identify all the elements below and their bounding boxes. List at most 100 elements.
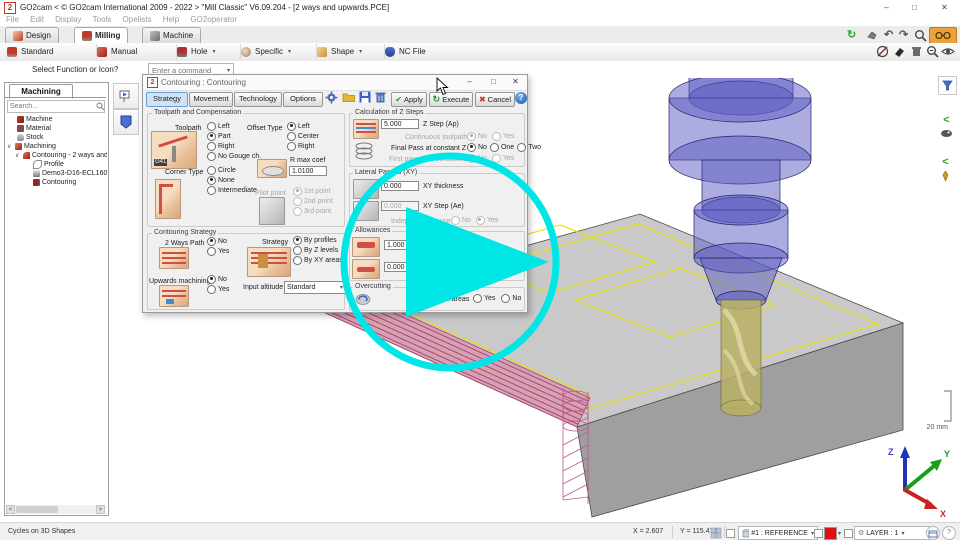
tree-item-machining[interactable]: ∨ Machining bbox=[7, 142, 56, 150]
tool-shape-button[interactable]: Shape▾ bbox=[312, 44, 385, 59]
tree-item-machine[interactable]: Machine bbox=[17, 115, 52, 123]
tree-item-profile[interactable]: Profile bbox=[33, 160, 64, 168]
radio-finalpass-one[interactable]: One bbox=[490, 142, 514, 152]
previous-view-button[interactable]: < bbox=[940, 110, 953, 138]
open-folder-icon[interactable] bbox=[342, 91, 357, 106]
radio-firstpass-no[interactable]: No bbox=[467, 153, 487, 163]
dialog-tab-technology[interactable]: Technology bbox=[234, 92, 282, 107]
tree-item-contouring-group[interactable]: ∨ Contouring - 2 ways and up bbox=[15, 151, 107, 159]
tree-horizontal-scrollbar[interactable]: < < bbox=[6, 505, 105, 514]
filter-button[interactable] bbox=[938, 76, 957, 95]
hole-dropdown-arrow[interactable]: ▾ bbox=[212, 48, 215, 55]
dialog-minimize-button[interactable]: – bbox=[463, 76, 476, 87]
apply-button[interactable]: ✔ Apply bbox=[391, 92, 427, 107]
tree-item-material[interactable]: Material bbox=[17, 124, 51, 132]
radio-finalpass-no[interactable]: No bbox=[467, 142, 487, 152]
minimize-button[interactable]: – bbox=[880, 2, 893, 13]
radio-toolpath-nogouge[interactable]: No Gouge ch. bbox=[207, 151, 261, 161]
tab-design[interactable]: Design bbox=[5, 27, 59, 43]
shape-dropdown-arrow[interactable]: ▾ bbox=[359, 48, 362, 55]
radio-firstpass-yes[interactable]: Yes bbox=[492, 153, 514, 163]
xy-stock-input[interactable] bbox=[384, 240, 422, 250]
xy-thickness-input[interactable] bbox=[381, 181, 419, 191]
radio-independent-no[interactable]: No bbox=[451, 215, 471, 225]
radio-continuous-yes[interactable]: Yes bbox=[492, 131, 514, 141]
close-button[interactable]: ✕ bbox=[938, 2, 951, 13]
xy-step-input[interactable] bbox=[381, 201, 419, 211]
radio-corner-intermediate[interactable]: Intermediate bbox=[207, 185, 257, 195]
radio-offset-center[interactable]: Center bbox=[287, 131, 319, 141]
scrollbar-thumb[interactable] bbox=[16, 506, 58, 513]
radio-twoways-no[interactable]: No bbox=[207, 236, 229, 246]
scroll-left-arrow[interactable]: < bbox=[6, 505, 15, 514]
tab-milling[interactable]: Milling bbox=[74, 27, 128, 43]
tree-item-stock[interactable]: Stock bbox=[17, 133, 44, 141]
menu-opelists[interactable]: Opelists bbox=[123, 15, 152, 24]
tree-item-tool[interactable]: Demo3-D16-ECL160B56 bbox=[33, 169, 107, 177]
z-step-input[interactable] bbox=[381, 119, 419, 129]
visibility-eye-icon[interactable] bbox=[941, 45, 955, 58]
expander-icon[interactable]: ∨ bbox=[15, 152, 21, 159]
expander-icon[interactable]: ∨ bbox=[7, 143, 13, 150]
radio-independent-yes[interactable]: Yes bbox=[476, 215, 498, 225]
search-input[interactable] bbox=[8, 103, 96, 110]
tool-specific-button[interactable]: Specific▾ bbox=[236, 44, 317, 59]
tool-hole-button[interactable]: Hole▾ bbox=[172, 44, 241, 59]
radio-manage-yes[interactable]: Yes bbox=[473, 293, 495, 303]
maximize-button[interactable]: □ bbox=[908, 2, 921, 13]
tool-ncfile-button[interactable]: NC File bbox=[380, 44, 460, 59]
tab-machine[interactable]: Machine bbox=[142, 27, 201, 43]
menu-go2operator[interactable]: GO2operator bbox=[190, 15, 237, 24]
dialog-tab-movement[interactable]: Movement bbox=[189, 92, 233, 107]
zoom-window-icon[interactable] bbox=[926, 45, 939, 58]
radio-twoways-yes[interactable]: Yes bbox=[207, 246, 229, 256]
save-icon[interactable] bbox=[359, 91, 374, 106]
command-dropdown-arrow[interactable]: ▾ bbox=[227, 67, 230, 74]
radio-manage-no[interactable]: No bbox=[501, 293, 521, 303]
specific-dropdown-arrow[interactable]: ▾ bbox=[288, 48, 291, 55]
input-altitude-select[interactable]: Standard ▾ bbox=[284, 281, 346, 294]
previous-tool-button[interactable]: < bbox=[940, 152, 951, 182]
radio-strategy-zlevels[interactable]: By Z levels bbox=[293, 245, 343, 255]
hide-entity-icon[interactable] bbox=[876, 45, 889, 58]
zoom-icon[interactable] bbox=[914, 29, 927, 42]
tree-item-contouring-op[interactable]: Contouring bbox=[33, 178, 76, 186]
cancel-button[interactable]: ✖ Cancel bbox=[475, 92, 515, 107]
scroll-right-arrow[interactable]: < bbox=[96, 505, 105, 514]
delete-trash-icon[interactable] bbox=[375, 91, 390, 106]
go2-glasses-button[interactable] bbox=[929, 27, 957, 44]
radio-finalpass-two[interactable]: Two bbox=[517, 142, 541, 152]
tool-standard-button[interactable]: Standard bbox=[2, 44, 97, 59]
delete-brush-icon[interactable] bbox=[910, 45, 923, 58]
eraser-icon[interactable] bbox=[893, 45, 906, 58]
radio-offset-left[interactable]: Left bbox=[287, 121, 319, 131]
radio-corner-none[interactable]: None bbox=[207, 175, 257, 185]
dialog-tab-strategy[interactable]: Strategy bbox=[146, 92, 188, 107]
radio-offset-right[interactable]: Right bbox=[287, 141, 319, 151]
radio-pilot-2nd[interactable]: 2nd point bbox=[293, 196, 333, 206]
radio-pilot-3rd[interactable]: 3rd point bbox=[293, 206, 333, 216]
radio-continuous-no[interactable]: No bbox=[467, 131, 487, 141]
menu-file[interactable]: File bbox=[6, 15, 19, 24]
menu-tools[interactable]: Tools bbox=[93, 15, 112, 24]
simulation-button[interactable] bbox=[113, 83, 139, 109]
settings-gear-icon[interactable] bbox=[325, 91, 340, 106]
dialog-close-button[interactable]: ✕ bbox=[509, 76, 522, 87]
menu-edit[interactable]: Edit bbox=[30, 15, 44, 24]
radio-toolpath-right[interactable]: Right bbox=[207, 141, 261, 151]
help-button[interactable]: ? bbox=[515, 92, 527, 104]
rmax-input[interactable] bbox=[289, 166, 327, 176]
execute-button[interactable]: ↻ Execute bbox=[429, 92, 473, 107]
radio-strategy-xyareas[interactable]: By XY areas bbox=[293, 255, 343, 265]
menu-help[interactable]: Help bbox=[163, 15, 179, 24]
tool-manual-button[interactable]: Manual bbox=[92, 44, 177, 59]
dialog-maximize-button[interactable]: □ bbox=[487, 76, 500, 87]
radio-strategy-profiles[interactable]: By profiles bbox=[293, 235, 343, 245]
radio-pilot-1st[interactable]: 1st point bbox=[293, 186, 333, 196]
dialog-tab-options[interactable]: Options bbox=[283, 92, 323, 107]
pan-icon[interactable] bbox=[866, 29, 879, 42]
redo-icon[interactable]: ↷ bbox=[899, 28, 908, 41]
radio-upwards-yes[interactable]: Yes bbox=[207, 284, 229, 294]
radio-upwards-no[interactable]: No bbox=[207, 274, 229, 284]
search-box[interactable] bbox=[7, 100, 105, 113]
